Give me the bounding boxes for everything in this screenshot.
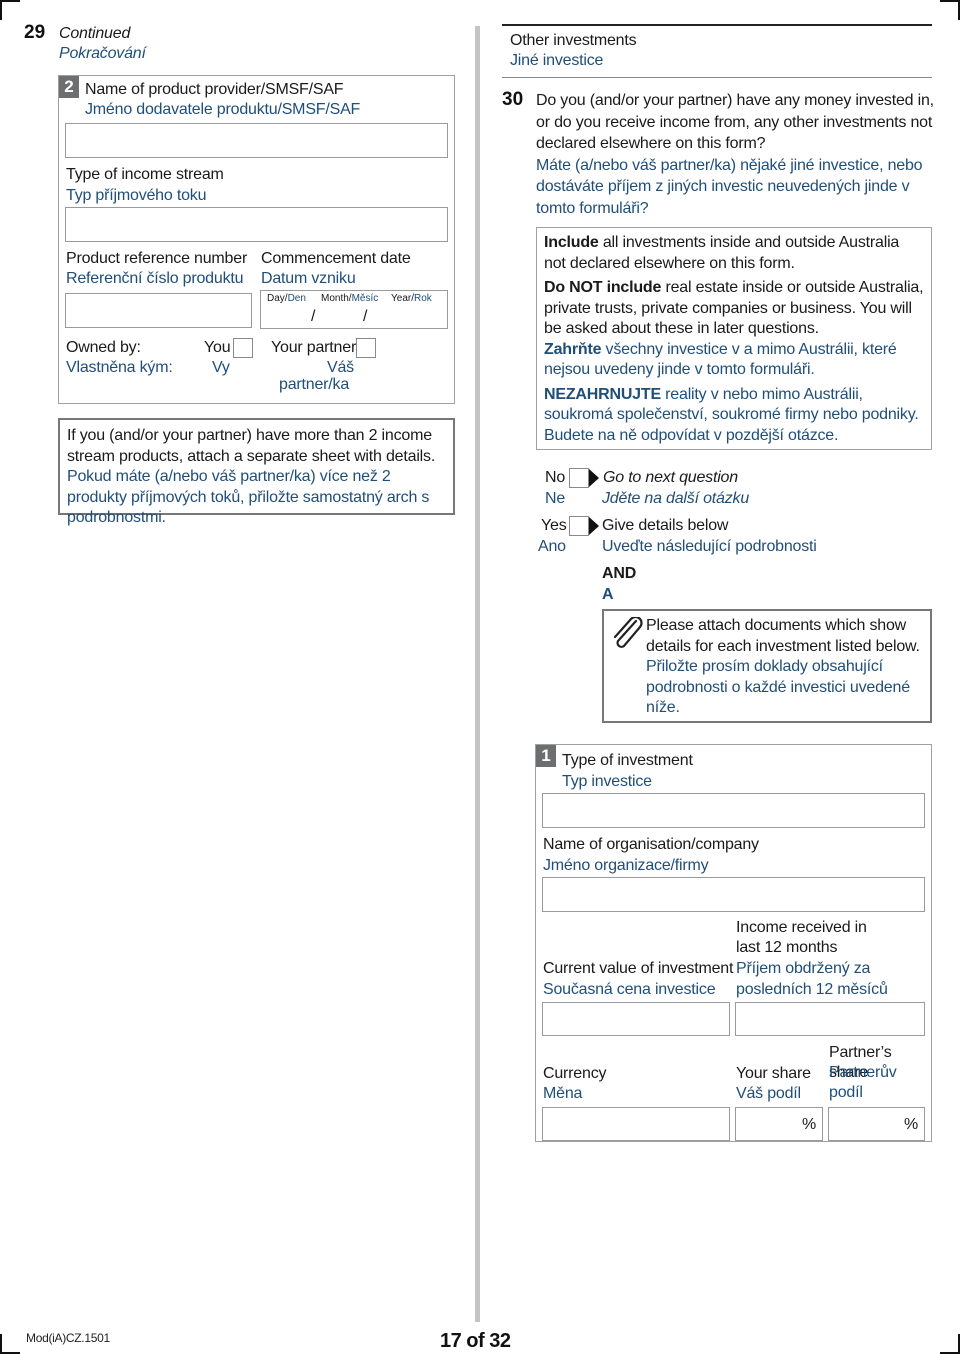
investment-type-input[interactable]: [542, 793, 925, 828]
continued-label-cz: Pokračování: [59, 45, 146, 62]
current-value-input[interactable]: [542, 1002, 730, 1036]
continued-label: Continued: [59, 25, 131, 42]
year-label: Year/Rok: [391, 293, 432, 304]
income-received-input[interactable]: [735, 1002, 925, 1036]
organisation-input[interactable]: [542, 877, 925, 912]
arrow-right-icon: [589, 469, 599, 487]
include-text: Include all investments inside and outsi…: [544, 234, 900, 272]
owner-partner-label: Your partner: [271, 339, 357, 356]
question-number-30: 30: [502, 89, 524, 110]
owner-partner-checkbox[interactable]: [356, 338, 376, 358]
stream-type-label-cz: Typ příjmového toku: [66, 187, 207, 204]
q30-info-panel: Include all investments inside and outsi…: [536, 227, 932, 450]
income-received-label-cz: Příjem obdržený za: [736, 960, 871, 977]
partner-share-label-cz: podíl: [829, 1084, 863, 1101]
section-rule-bottom: [502, 77, 932, 78]
no-label: No: [545, 469, 566, 486]
stream-type-input[interactable]: [65, 207, 448, 242]
percent-sign: %: [801, 1116, 816, 1133]
reference-number-label: Product reference number: [66, 250, 248, 267]
investment-type-label: Type of investment: [562, 752, 693, 769]
page-number: 17 of 32: [440, 1330, 511, 1352]
exclude-text: Do NOT include real estate inside or out…: [544, 279, 924, 337]
exclude-text-cz: NEZAHRNUJTE reality v nebo mimo Austráli…: [544, 385, 919, 444]
and-label: AND: [602, 565, 637, 582]
no-action-text: Go to next question: [603, 469, 738, 486]
your-share-label-cz: Váš podíl: [736, 1085, 801, 1102]
provider-label: Name of product provider/SMSF/SAF: [85, 81, 344, 98]
owner-you-checkbox[interactable]: [233, 338, 253, 358]
income-stream-item-2-panel: 2 Name of product provider/SMSF/SAF Jmén…: [58, 75, 455, 404]
owned-by-label-cz: Vlastněna kým:: [66, 359, 173, 376]
owned-by-label: Owned by:: [66, 339, 141, 356]
more-products-note: If you (and/or your partner) have more t…: [58, 418, 455, 526]
provider-label-cz: Jméno dodavatele produktu/SMSF/SAF: [85, 101, 361, 118]
date-separator: /: [311, 308, 316, 325]
commencement-date-label: Commencement date: [261, 250, 411, 267]
stream-type-label: Type of income stream: [66, 166, 224, 183]
question-number-29: 29: [24, 22, 46, 43]
arrow-right-icon: [589, 517, 599, 535]
reference-number-label-cz: Referenční číslo produktu: [66, 270, 244, 287]
no-label-cz: Ne: [545, 490, 566, 507]
investment-item-1-panel: 1 Type of investment Typ investice Name …: [535, 744, 932, 1142]
crop-mark-bottom-left: [0, 1334, 2, 1354]
percent-sign: %: [903, 1116, 918, 1133]
owner-partner-label-cz: partner/ka: [279, 376, 350, 393]
yes-action-text: Give details below: [602, 517, 729, 534]
attach-documents-note: Please attach documents which show detai…: [602, 609, 932, 723]
form-code: Mod(iA)CZ.1501: [26, 1331, 110, 1345]
question-30-text-en: Do you (and/or your partner) have any mo…: [536, 92, 934, 152]
your-share-input[interactable]: %: [735, 1107, 823, 1141]
yes-action-text-cz: Uveďte následující podrobnosti: [602, 538, 817, 555]
income-received-label: Income received in: [736, 919, 867, 936]
your-share-label: Your share: [736, 1065, 811, 1082]
section-title: Other investments: [510, 32, 637, 49]
commencement-date-input[interactable]: Day/Den Month/Měsíc Year/Rok / /: [260, 290, 448, 329]
crop-mark-top-left: [0, 0, 20, 2]
section-rule-top: [502, 24, 932, 26]
income-received-label: last 12 months: [736, 939, 838, 956]
column-divider: [475, 26, 480, 1322]
include-text-cz: Zahrňte všechny investice v a mimo Austr…: [544, 340, 897, 379]
date-separator: /: [363, 308, 368, 325]
paperclip-icon: [613, 617, 643, 648]
owner-you-label-cz: Vy: [212, 359, 230, 376]
day-label: Day/Den: [267, 293, 306, 304]
currency-label-cz: Měna: [543, 1085, 583, 1102]
month-label: Month/Měsíc: [321, 293, 379, 304]
no-action-text-cz: Jděte na další otázku: [602, 490, 750, 507]
organisation-label: Name of organisation/company: [543, 836, 759, 853]
no-checkbox[interactable]: [569, 468, 589, 488]
owner-you-label: You: [204, 339, 231, 356]
section-title-cz: Jiné investice: [510, 52, 604, 69]
organisation-label-cz: Jméno organizace/firmy: [543, 857, 709, 874]
yes-label-cz: Ano: [538, 538, 566, 555]
income-received-label-cz: posledních 12 měsíců: [736, 981, 888, 998]
provider-input[interactable]: [65, 123, 448, 158]
more-products-note-text: If you (and/or your partner) have more t…: [67, 427, 436, 465]
currency-label: Currency: [543, 1065, 607, 1082]
question-30-text: Do you (and/or your partner) have any mo…: [536, 90, 936, 219]
partner-share-label-cz: Partnerův: [829, 1064, 897, 1081]
partner-share-input[interactable]: %: [828, 1107, 925, 1141]
commencement-date-label-cz: Datum vzniku: [261, 270, 356, 287]
currency-input[interactable]: [542, 1107, 730, 1141]
reference-number-input[interactable]: [65, 293, 252, 328]
more-products-note-text-cz: Pokud máte (a/nebo váš partner/ka) více …: [67, 468, 430, 526]
crop-mark-top-right: [940, 0, 960, 2]
current-value-label: Current value of investment: [543, 960, 734, 977]
investment-type-label-cz: Typ investice: [562, 773, 652, 790]
yes-label: Yes: [541, 517, 567, 534]
item-badge-1: 1: [536, 745, 556, 767]
yes-checkbox[interactable]: [569, 516, 589, 536]
current-value-label-cz: Současná cena investice: [543, 981, 716, 998]
item-badge-2: 2: [59, 76, 79, 98]
crop-mark-top-left: [0, 0, 2, 20]
and-label-cz: A: [602, 586, 614, 603]
attach-documents-text: Please attach documents which show detai…: [646, 617, 920, 716]
question-30-text-cz: Máte (a/nebo váš partner/ka) nějaké jiné…: [536, 156, 923, 217]
